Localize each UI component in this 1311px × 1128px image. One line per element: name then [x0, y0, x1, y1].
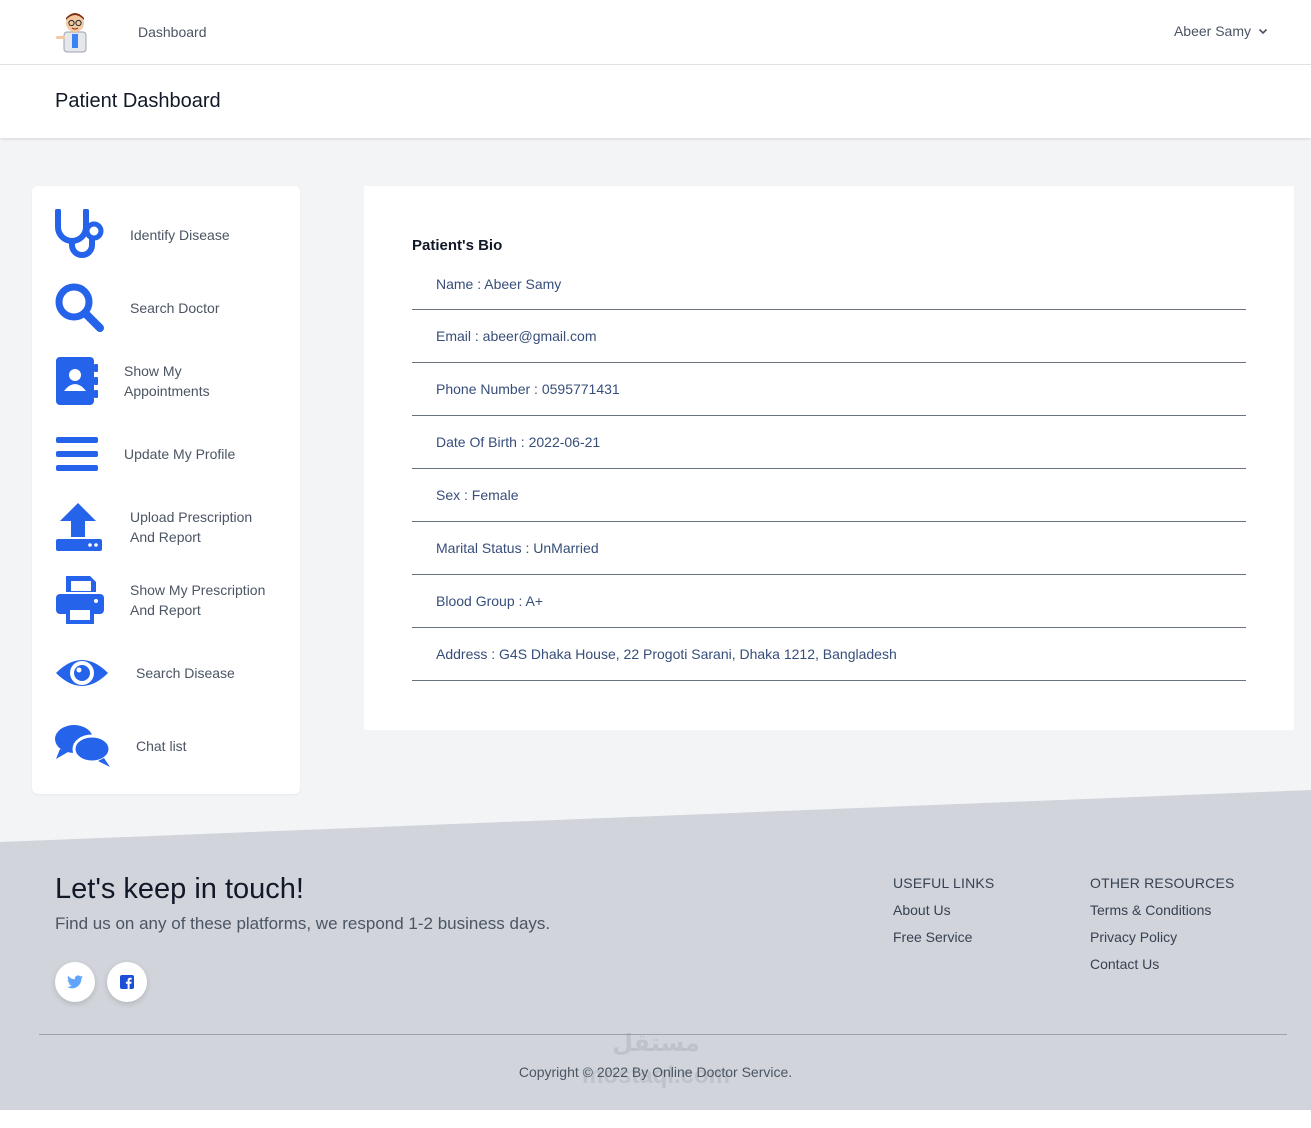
- other-resources-column: OTHER RESOURCES Terms & Conditions Priva…: [1090, 875, 1235, 983]
- contact-us-link[interactable]: Contact Us: [1090, 956, 1235, 972]
- sidebar: Identify Disease Search Doctor Show My A…: [32, 186, 300, 794]
- free-service-link[interactable]: Free Service: [893, 929, 994, 945]
- bottom-strip: [0, 1110, 1311, 1128]
- sidebar-item-show-my-prescription[interactable]: Show My Prescription And Report: [54, 571, 294, 629]
- sidebar-item-search-doctor[interactable]: Search Doctor: [54, 279, 294, 337]
- user-menu-dropdown[interactable]: Abeer Samy: [1174, 23, 1269, 39]
- bio-row-marital-status: Marital Status : UnMarried: [412, 522, 1246, 575]
- watermark: مستقل mostaql.com: [581, 1030, 731, 1089]
- upload-icon: [54, 499, 110, 555]
- sidebar-item-chat-list[interactable]: Chat list: [54, 717, 294, 775]
- sidebar-item-update-my-profile[interactable]: Update My Profile: [54, 425, 294, 483]
- printer-icon: [54, 572, 110, 628]
- bio-row-sex: Sex : Female: [412, 469, 1246, 522]
- bio-row-email: Email : abeer@gmail.com: [412, 310, 1246, 363]
- eye-icon: [54, 645, 116, 701]
- footer-subtitle: Find us on any of these platforms, we re…: [55, 914, 551, 933]
- top-navbar: Dashboard Abeer Samy: [0, 0, 1311, 65]
- page-title: Patient Dashboard: [55, 90, 221, 112]
- sidebar-item-label: Show My Appointments: [124, 363, 210, 399]
- logo-doctor-avatar[interactable]: [52, 10, 96, 54]
- terms-conditions-link[interactable]: Terms & Conditions: [1090, 902, 1235, 918]
- sidebar-item-label: Chat list: [136, 738, 187, 754]
- sidebar-item-label: Identify Disease: [130, 227, 230, 243]
- patient-bio-card: Patient's Bio Name : Abeer Samy Email : …: [364, 186, 1294, 730]
- stethoscope-icon: [54, 207, 110, 263]
- copyright-text: Copyright © 2022 By Online Doctor Servic…: [518, 1064, 793, 1080]
- menu-bars-icon: [54, 426, 104, 482]
- bio-row-blood-group: Blood Group : A+: [412, 575, 1246, 628]
- sidebar-item-label: Search Disease: [136, 665, 235, 681]
- sidebar-item-label: Search Doctor: [130, 300, 220, 316]
- about-us-link[interactable]: About Us: [893, 902, 994, 918]
- sidebar-item-upload-prescription[interactable]: Upload Prescription And Report: [54, 498, 294, 556]
- bio-row-name: Name : Abeer Samy: [412, 258, 1246, 310]
- sidebar-item-label: Update My Profile: [124, 446, 236, 462]
- bio-list: Name : Abeer Samy Email : abeer@gmail.co…: [412, 258, 1246, 681]
- facebook-button[interactable]: [107, 962, 147, 1002]
- sidebar-item-label: Upload Prescription And Report: [130, 509, 253, 545]
- facebook-icon: [120, 975, 134, 989]
- twitter-icon: [67, 975, 83, 989]
- sidebar-item-label: Show My Prescription And Report: [130, 582, 266, 618]
- bio-row-date-of-birth: Date Of Birth : 2022-06-21: [412, 416, 1246, 469]
- nav-dashboard-link[interactable]: Dashboard: [138, 24, 207, 40]
- other-resources-heading: OTHER RESOURCES: [1090, 875, 1235, 891]
- sidebar-item-identify-disease[interactable]: Identify Disease: [54, 206, 294, 264]
- bio-row-phone: Phone Number : 0595771431: [412, 363, 1246, 416]
- bio-title: Patient's Bio: [412, 237, 503, 254]
- useful-links-column: USEFUL LINKS About Us Free Service: [893, 875, 994, 956]
- chevron-down-icon: [1258, 28, 1268, 35]
- useful-links-heading: USEFUL LINKS: [893, 875, 995, 891]
- twitter-button[interactable]: [55, 962, 95, 1002]
- footer-title: Let's keep in touch!: [55, 873, 304, 905]
- sidebar-item-show-my-appointments[interactable]: Show My Appointments: [54, 352, 294, 410]
- address-book-icon: [54, 353, 104, 409]
- search-icon: [54, 280, 110, 336]
- sidebar-item-search-disease[interactable]: Search Disease: [54, 644, 294, 702]
- bio-row-address: Address : G4S Dhaka House, 22 Progoti Sa…: [412, 628, 1246, 681]
- user-name: Abeer Samy: [1173, 23, 1251, 39]
- page-header: Patient Dashboard: [0, 65, 1311, 138]
- privacy-policy-link[interactable]: Privacy Policy: [1090, 929, 1235, 945]
- chat-bubbles-icon: [54, 718, 116, 774]
